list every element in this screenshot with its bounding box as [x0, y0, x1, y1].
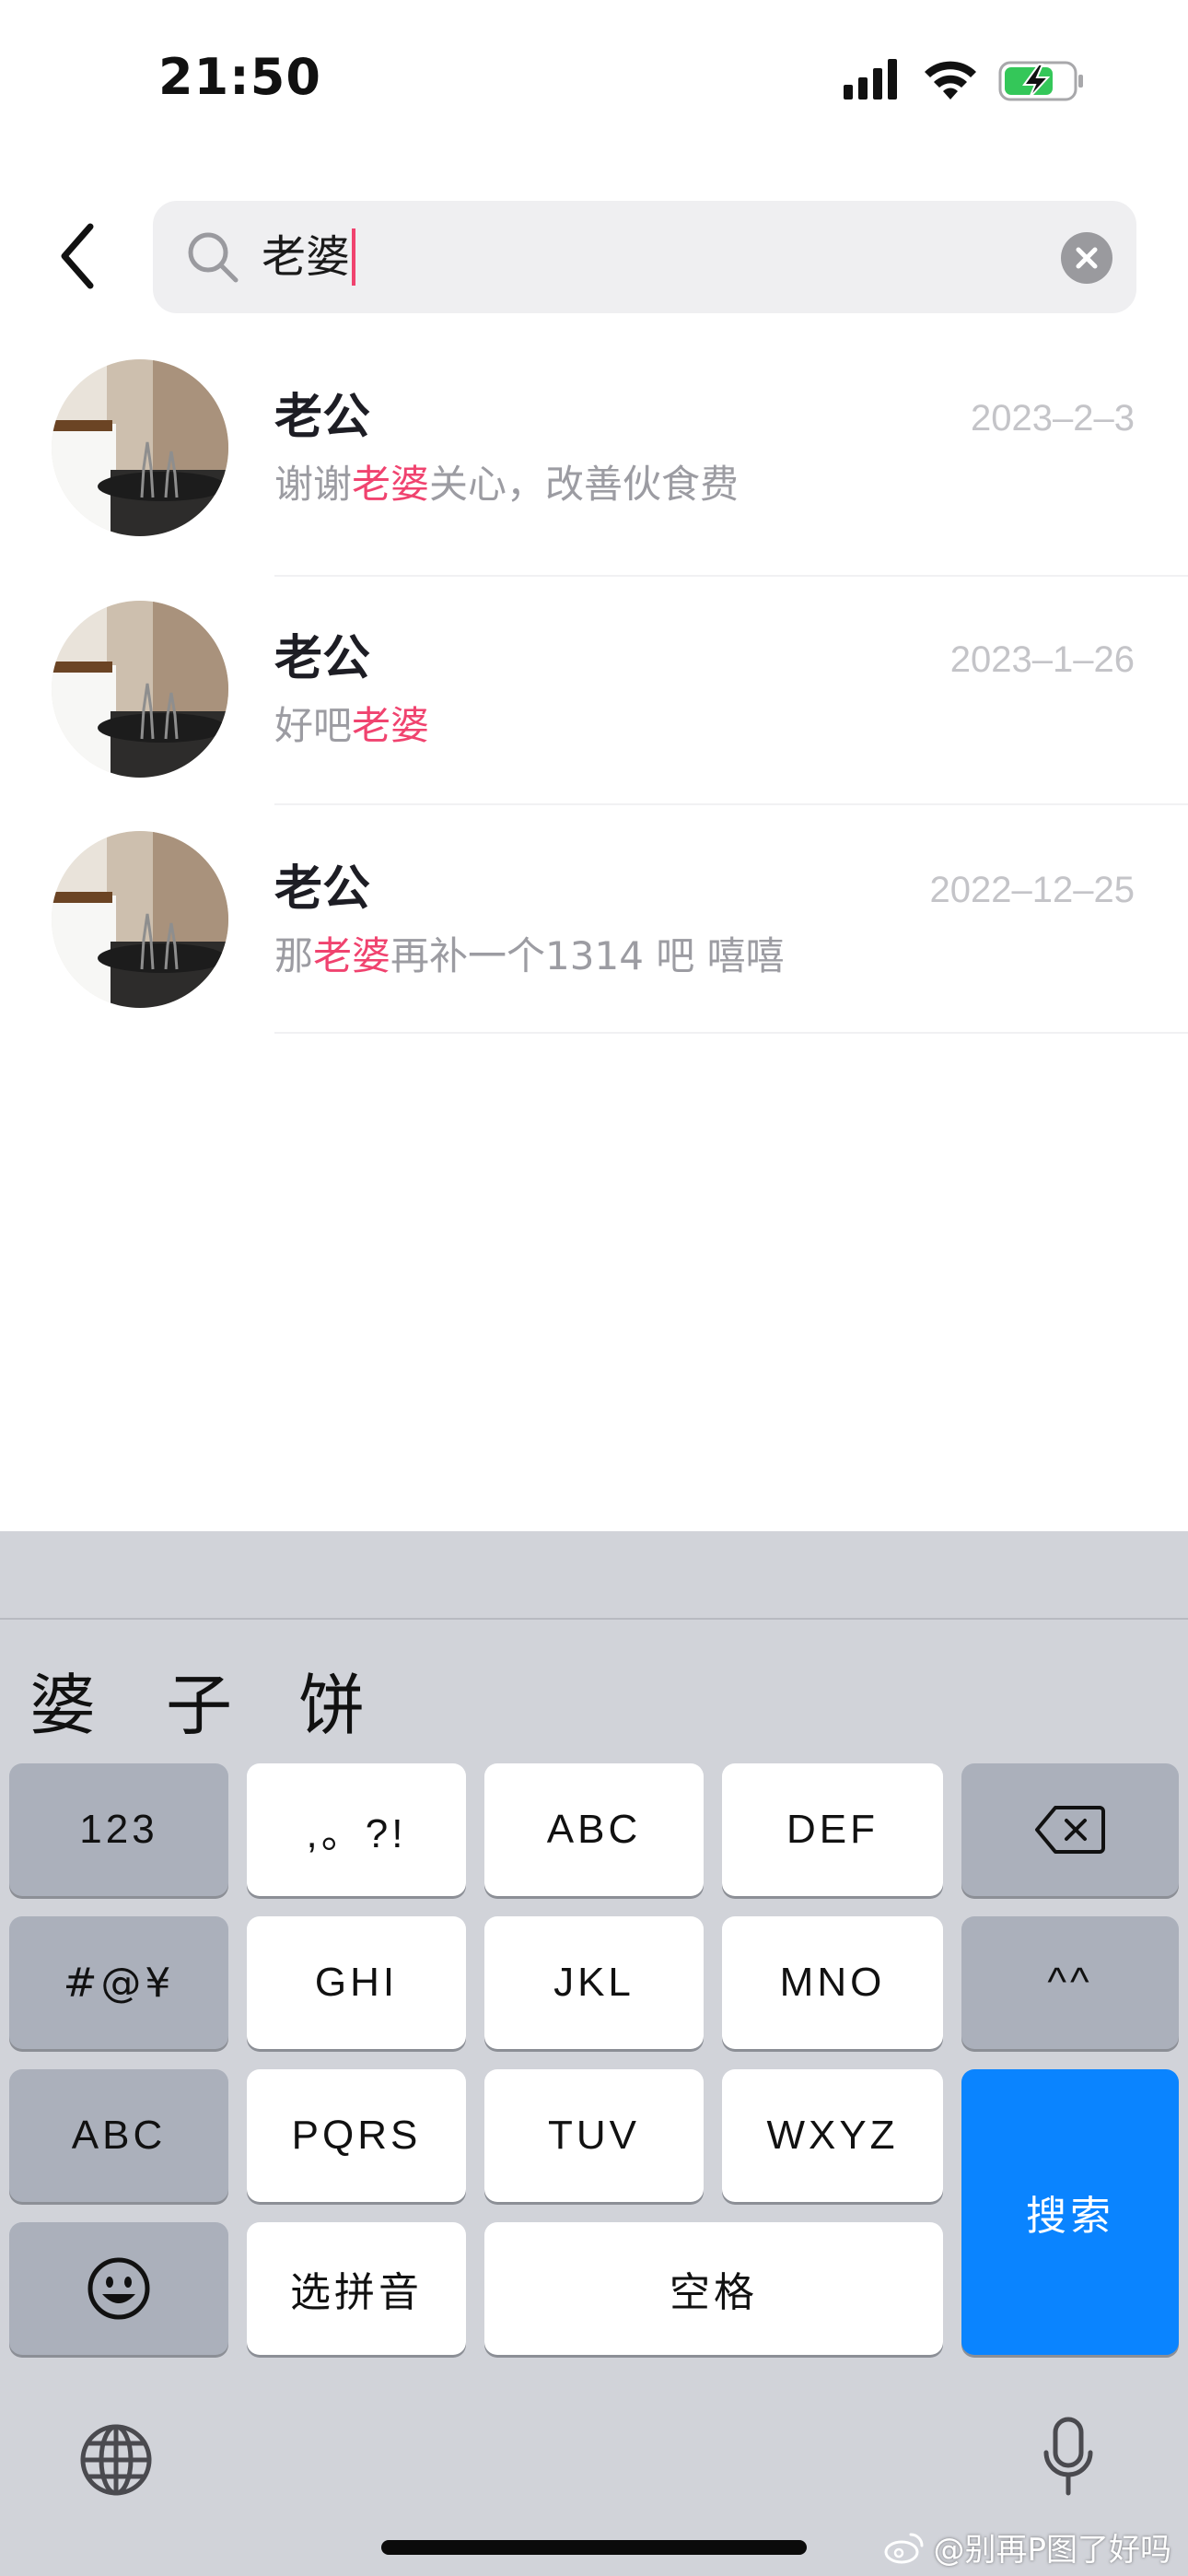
key-label: ,。?! — [306, 1811, 407, 1856]
key-label: DEF — [786, 1807, 879, 1852]
battery-charging-icon — [998, 61, 1083, 101]
candidate-word[interactable]: 婆 — [29, 1651, 96, 1748]
result-item[interactable]: 老公 2022–12–25 那老婆再补一个1314 吧 嘻嘻 — [0, 805, 1188, 1034]
key-label: PQRS — [291, 2113, 422, 2158]
watermark: @别再P图了好吗 — [883, 2524, 1171, 2570]
status-time: 21:50 — [158, 48, 321, 106]
result-item[interactable]: 老公 2023–1–26 好吧老婆 — [0, 577, 1188, 805]
search-query-text: 老婆 — [262, 231, 351, 283]
snippet-highlight: 老婆 — [352, 462, 430, 507]
key-label: #@¥ — [63, 1959, 175, 2007]
contact-name: 老公 — [274, 390, 371, 445]
key-symbols[interactable]: #@¥ — [9, 1916, 228, 2049]
avatar — [52, 601, 228, 778]
key-abc[interactable]: ABC — [484, 1763, 704, 1896]
key-label: 搜索 — [1026, 2193, 1114, 2240]
delete-icon — [1035, 1806, 1105, 1854]
snippet-text: 那 — [274, 933, 314, 978]
weibo-logo-icon — [884, 2533, 924, 2563]
key-123[interactable]: 123 — [9, 1763, 228, 1896]
message-date: 2023–2–3 — [971, 398, 1135, 439]
key-switch-abc[interactable]: ABC — [9, 2069, 228, 2202]
search-input[interactable]: 老婆 — [153, 201, 1136, 313]
candidate-bar-divider — [0, 1618, 1188, 1620]
contact-name: 老公 — [274, 631, 371, 686]
snippet-highlight: 老婆 — [352, 703, 430, 748]
snippet-highlight: 老婆 — [313, 933, 391, 978]
keyboard: 婆 子 饼 123 ,。?! ABC DEF #@¥ GHI JKL MNO ^… — [0, 1531, 1188, 2576]
search-key[interactable]: 搜索 — [961, 2069, 1179, 2355]
globe-icon[interactable] — [77, 2421, 155, 2499]
avatar — [52, 359, 228, 536]
key-mno[interactable]: MNO — [722, 1916, 943, 2049]
key-label: ^^ — [1047, 1960, 1093, 2005]
candidate-word[interactable]: 子 — [166, 1651, 232, 1748]
status-icons — [844, 59, 1083, 101]
key-jkl[interactable]: JKL — [484, 1916, 704, 2049]
result-item[interactable]: 老公 2023–2–3 谢谢老婆关心，改善伙食费 — [0, 350, 1188, 577]
key-ghi[interactable]: GHI — [247, 1916, 466, 2049]
message-date: 2022–12–25 — [929, 870, 1135, 910]
key-tuv[interactable]: TUV — [484, 2069, 704, 2202]
search-icon — [188, 232, 239, 283]
key-def[interactable]: DEF — [722, 1763, 943, 1896]
signal-icon — [844, 59, 897, 100]
message-snippet: 好吧老婆 — [274, 698, 429, 754]
key-label: GHI — [314, 1960, 399, 2005]
divider — [274, 1032, 1188, 1034]
key-label: WXYZ — [766, 2113, 899, 2158]
snippet-text: 再补一个1314 吧 嘻嘻 — [390, 933, 785, 978]
key-label: 选拼音 — [290, 2269, 423, 2316]
space-key[interactable]: 空格 — [484, 2222, 943, 2355]
key-punctuation[interactable]: ,。?! — [247, 1763, 466, 1896]
snippet-text: 谢谢 — [274, 462, 353, 507]
key-select-pinyin[interactable]: 选拼音 — [247, 2222, 466, 2355]
message-snippet: 谢谢老婆关心，改善伙食费 — [274, 457, 739, 512]
key-kaomoji[interactable]: ^^ — [961, 1916, 1179, 2049]
wifi-icon — [925, 61, 976, 100]
key-label: TUV — [548, 2113, 640, 2158]
watermark-text: @别再P图了好吗 — [933, 2532, 1171, 2569]
message-date: 2023–1–26 — [949, 639, 1135, 680]
delete-key[interactable] — [961, 1763, 1179, 1896]
key-label: MNO — [779, 1960, 886, 2005]
back-chevron-icon[interactable] — [52, 217, 107, 295]
key-label: ABC — [71, 2113, 167, 2158]
snippet-text: 关心，改善伙食费 — [429, 462, 740, 507]
screen: 21:50 老婆 老公 2023–2–3 谢谢老婆关心，改善伙食费 老公 202… — [0, 0, 1188, 2576]
key-label: JKL — [553, 1960, 635, 2005]
key-label: 123 — [79, 1807, 158, 1852]
message-snippet: 那老婆再补一个1314 吧 嘻嘻 — [274, 929, 785, 984]
candidate-word[interactable]: 饼 — [298, 1651, 365, 1748]
home-indicator[interactable] — [381, 2540, 807, 2555]
key-label: 空格 — [670, 2269, 758, 2316]
snippet-text: 好吧 — [274, 703, 353, 748]
avatar — [52, 831, 228, 1008]
clear-search-button[interactable] — [1061, 232, 1112, 284]
emoji-key[interactable] — [9, 2222, 228, 2355]
emoji-icon — [87, 2257, 150, 2320]
text-caret — [352, 228, 355, 286]
key-label: ABC — [546, 1807, 642, 1852]
key-pqrs[interactable]: PQRS — [247, 2069, 466, 2202]
microphone-icon[interactable] — [1041, 2416, 1096, 2499]
key-wxyz[interactable]: WXYZ — [722, 2069, 943, 2202]
clear-icon — [1076, 247, 1098, 269]
contact-name: 老公 — [274, 861, 371, 917]
